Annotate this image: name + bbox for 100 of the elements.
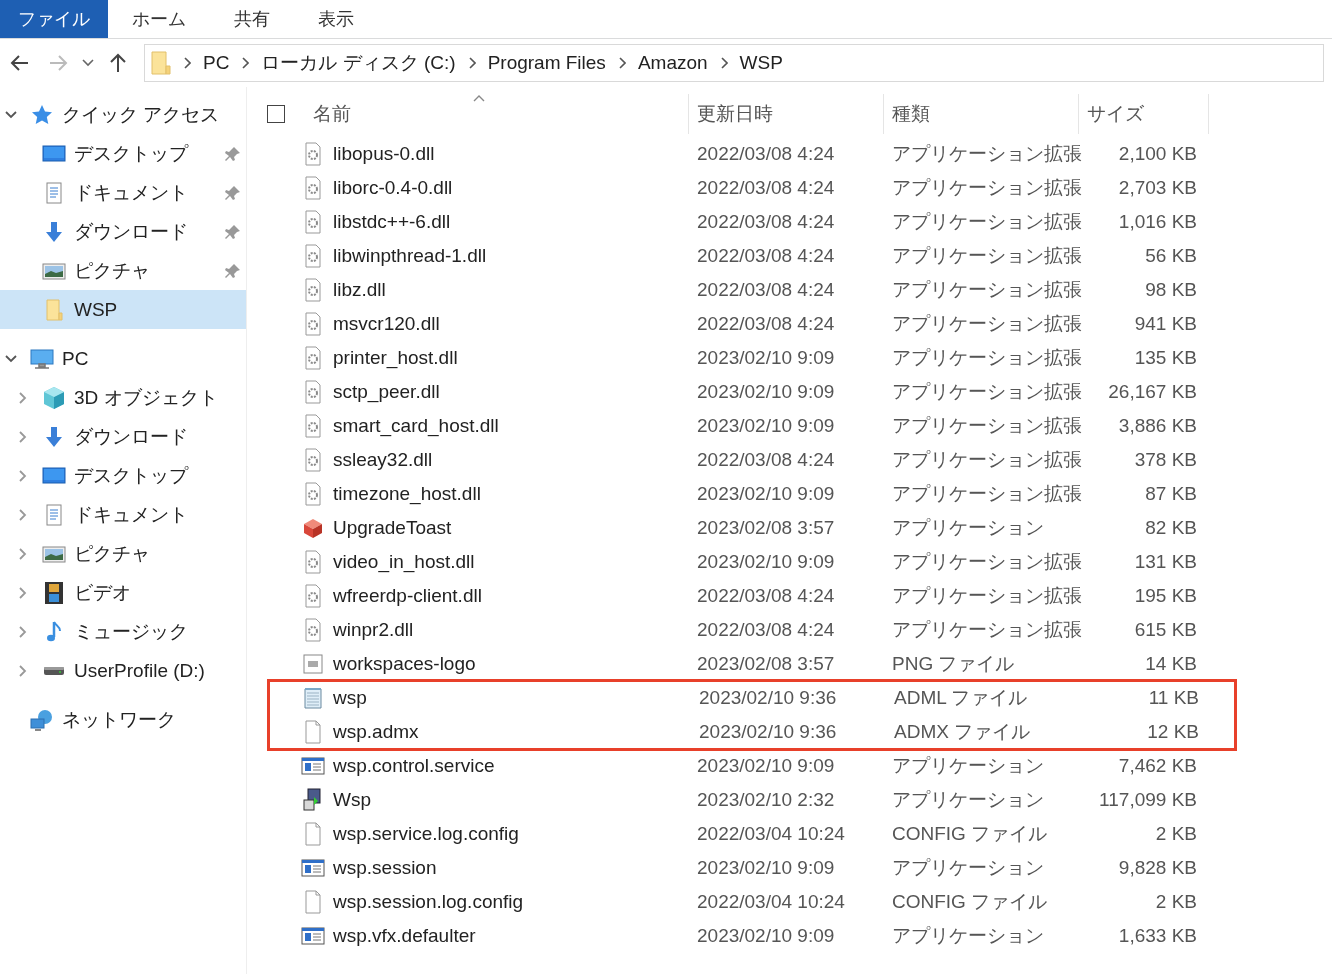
ribbon-tab[interactable]: ファイル [0,0,108,38]
file-name: sctp_peer.dll [333,381,440,403]
file-row[interactable]: libz.dll 2022/03/08 4:24 アプリケーション拡張 98 KB [267,273,1332,307]
modified-date: 2023/02/10 9:09 [696,347,836,369]
file-row[interactable]: video_in_host.dll 2023/02/10 9:09 アプリケーション拡張 131 KB [267,545,1332,579]
modified-date: 2022/03/08 4:24 [696,585,836,607]
file-row[interactable]: wsp.session.log.config 2022/03/04 10:24 CONFIG ファイル 2 KB [267,885,1332,919]
breadcrumb-item[interactable]: PC [203,52,230,74]
sidebar-item[interactable]: ダウンロード [0,212,246,251]
drive-icon [44,666,64,675]
app-window-icon [301,856,325,880]
sidebar-label: デスクトップ [74,141,190,166]
file-size: 2 KB [1154,891,1198,913]
column-header[interactable]: サイズ [1079,94,1209,134]
modified-date: 2023/02/10 9:36 [698,687,838,709]
sidebar-item[interactable]: ビデオ [0,573,246,612]
file-type: アプリケーション拡張 [891,312,1079,336]
file-size: 11 KB [1147,687,1200,709]
sidebar-item[interactable]: 3D オブジェクト [0,378,246,417]
sidebar-item[interactable]: ドキュメント [0,495,246,534]
film-strip-icon [42,580,66,605]
file-size: 2,100 KB [1117,143,1198,165]
sidebar-item[interactable]: デスクトップ [0,456,246,495]
file-row[interactable]: libstdc++-6.dll 2022/03/08 4:24 アプリケーション拡張 1,016 KB [267,205,1332,239]
file-row[interactable]: liborc-0.4-0.dll 2022/03/08 4:24 アプリケーション拡張 2,703 KB [267,171,1332,205]
file-row[interactable]: smart_card_host.dll 2023/02/10 9:09 アプリケーション拡張 3,886 KB [267,409,1332,443]
breadcrumb-item[interactable]: ローカル ディスク (C:) [261,50,456,76]
file-size: 82 KB [1144,517,1198,539]
file-row[interactable]: wsp.admx 2023/02/10 9:36 ADMX ファイル 12 KB [269,715,1235,749]
sidebar-item[interactable]: ネットワーク [0,700,246,739]
file-name: msvcr120.dll [333,313,440,335]
sidebar-item[interactable]: ミュージック [0,612,246,651]
file-row[interactable]: winpr2.dll 2022/03/08 4:24 アプリケーション拡張 615 KB [267,613,1332,647]
sidebar-item[interactable]: ドキュメント [0,173,246,212]
file-row[interactable]: timezone_host.dll 2023/02/10 9:09 アプリケーション拡張 87 KB [267,477,1332,511]
file-name: winpr2.dll [333,619,414,641]
file-name: wsp.session.log.config [333,891,524,913]
modified-date: 2023/02/10 9:09 [696,551,836,573]
select-all-checkbox[interactable] [267,105,285,123]
ribbon-tab[interactable]: 表示 [294,0,378,38]
file-type: アプリケーション拡張 [891,176,1079,200]
file-name: video_in_host.dll [333,551,475,573]
sidebar-item[interactable]: ピクチャ [0,251,246,290]
ribbon-tab[interactable]: 共有 [210,0,294,38]
sidebar-label: 3D オブジェクト [74,385,219,410]
file-size: 26,167 KB [1107,381,1198,403]
sidebar-label: UserProfile (D:) [74,659,206,682]
column-header[interactable]: 更新日時 [689,94,884,134]
file-row[interactable]: Wsp 2023/02/10 2:32 アプリケーション 117,099 KB [267,783,1332,817]
ribbon-tab[interactable]: ホーム [108,0,210,38]
file-row[interactable]: libopus-0.dll 2022/03/08 4:24 アプリケーション拡張 2,100 KB [267,137,1332,171]
file-name: UpgradeToast [333,517,452,539]
file-row[interactable]: wsp 2023/02/10 9:36 ADML ファイル 11 KB [269,681,1235,715]
file-row[interactable]: wsp.control.service 2023/02/10 9:09 アプリケーション 7,462 KB [267,749,1332,783]
network-icon [30,707,54,732]
chevron-right-icon [241,57,250,69]
sidebar-item[interactable]: クイック アクセス [0,95,246,134]
file-size: 98 KB [1144,279,1198,301]
sidebar-label: ネットワーク [62,707,177,732]
file-row[interactable]: UpgradeToast 2023/02/08 3:57 アプリケーション 82 KB [267,511,1332,545]
file-type: アプリケーション拡張 [891,482,1079,506]
modified-date: 2023/02/10 9:09 [696,925,836,947]
file-row[interactable]: msvcr120.dll 2022/03/08 4:24 アプリケーション拡張 941 KB [267,307,1332,341]
file-size: 14 KB [1144,653,1198,675]
sidebar-label: ダウンロード [74,424,189,449]
breadcrumb-item[interactable]: Amazon [637,52,708,74]
file-name: ssleay32.dll [333,449,433,471]
sidebar-item[interactable]: デスクトップ [0,134,246,173]
address-bar[interactable]: PC ローカル ディスク (C:) Program Files Amazon WSP [144,44,1324,82]
column-header[interactable]: 種類 [884,94,1079,134]
column-header[interactable]: 名前 [305,94,689,134]
file-row[interactable]: printer_host.dll 2023/02/10 9:09 アプリケーション拡張 135 KB [267,341,1332,375]
file-row[interactable]: ssleay32.dll 2022/03/08 4:24 アプリケーション拡張 378 KB [267,443,1332,477]
file-row[interactable]: wsp.session 2023/02/10 9:09 アプリケーション 9,828 KB [267,851,1332,885]
modified-date: 2022/03/08 4:24 [696,143,836,165]
file-name: printer_host.dll [333,347,458,369]
file-row[interactable]: sctp_peer.dll 2023/02/10 9:09 アプリケーション拡張 26,167 KB [267,375,1332,409]
sidebar-item[interactable]: WSP [0,290,246,329]
sidebar-label: ピクチャ [74,258,151,283]
sidebar-item[interactable]: ダウンロード [0,417,246,456]
sidebar-label: ドキュメント [74,502,189,527]
sidebar-item[interactable]: PC [0,339,246,378]
modified-date: 2022/03/08 4:24 [696,279,836,301]
breadcrumb-item[interactable]: Program Files [487,52,606,74]
file-row[interactable]: wsp.vfx.defaulter 2023/02/10 9:09 アプリケーション 1,633 KB [267,919,1332,953]
dropdown-caret-icon[interactable] [82,59,94,67]
modified-date: 2022/03/08 4:24 [696,449,836,471]
sidebar-item[interactable]: UserProfile (D:) [0,651,246,690]
file-row[interactable]: workspaces-logo 2023/02/08 3:57 PNG ファイル 14 KB [267,647,1332,681]
file-row[interactable]: libwinpthread-1.dll 2022/03/08 4:24 アプリケーション拡張 56 KB [267,239,1332,273]
file-row[interactable]: wfreerdp-client.dll 2022/03/08 4:24 アプリケーション拡張 195 KB [267,579,1332,613]
breadcrumb-item[interactable]: WSP [739,52,783,74]
file-type: アプリケーション拡張 [891,210,1079,234]
sidebar-label: デスクトップ [74,463,190,488]
file-name: wsp.vfx.defaulter [333,925,476,947]
file-row[interactable]: wsp.service.log.config 2022/03/04 10:24 CONFIG ファイル 2 KB [267,817,1332,851]
file-name: wsp.session [333,857,437,879]
sidebar-item[interactable]: ピクチャ [0,534,246,573]
file-size: 9,828 KB [1117,857,1198,879]
file-type: アプリケーション拡張 [891,550,1079,574]
